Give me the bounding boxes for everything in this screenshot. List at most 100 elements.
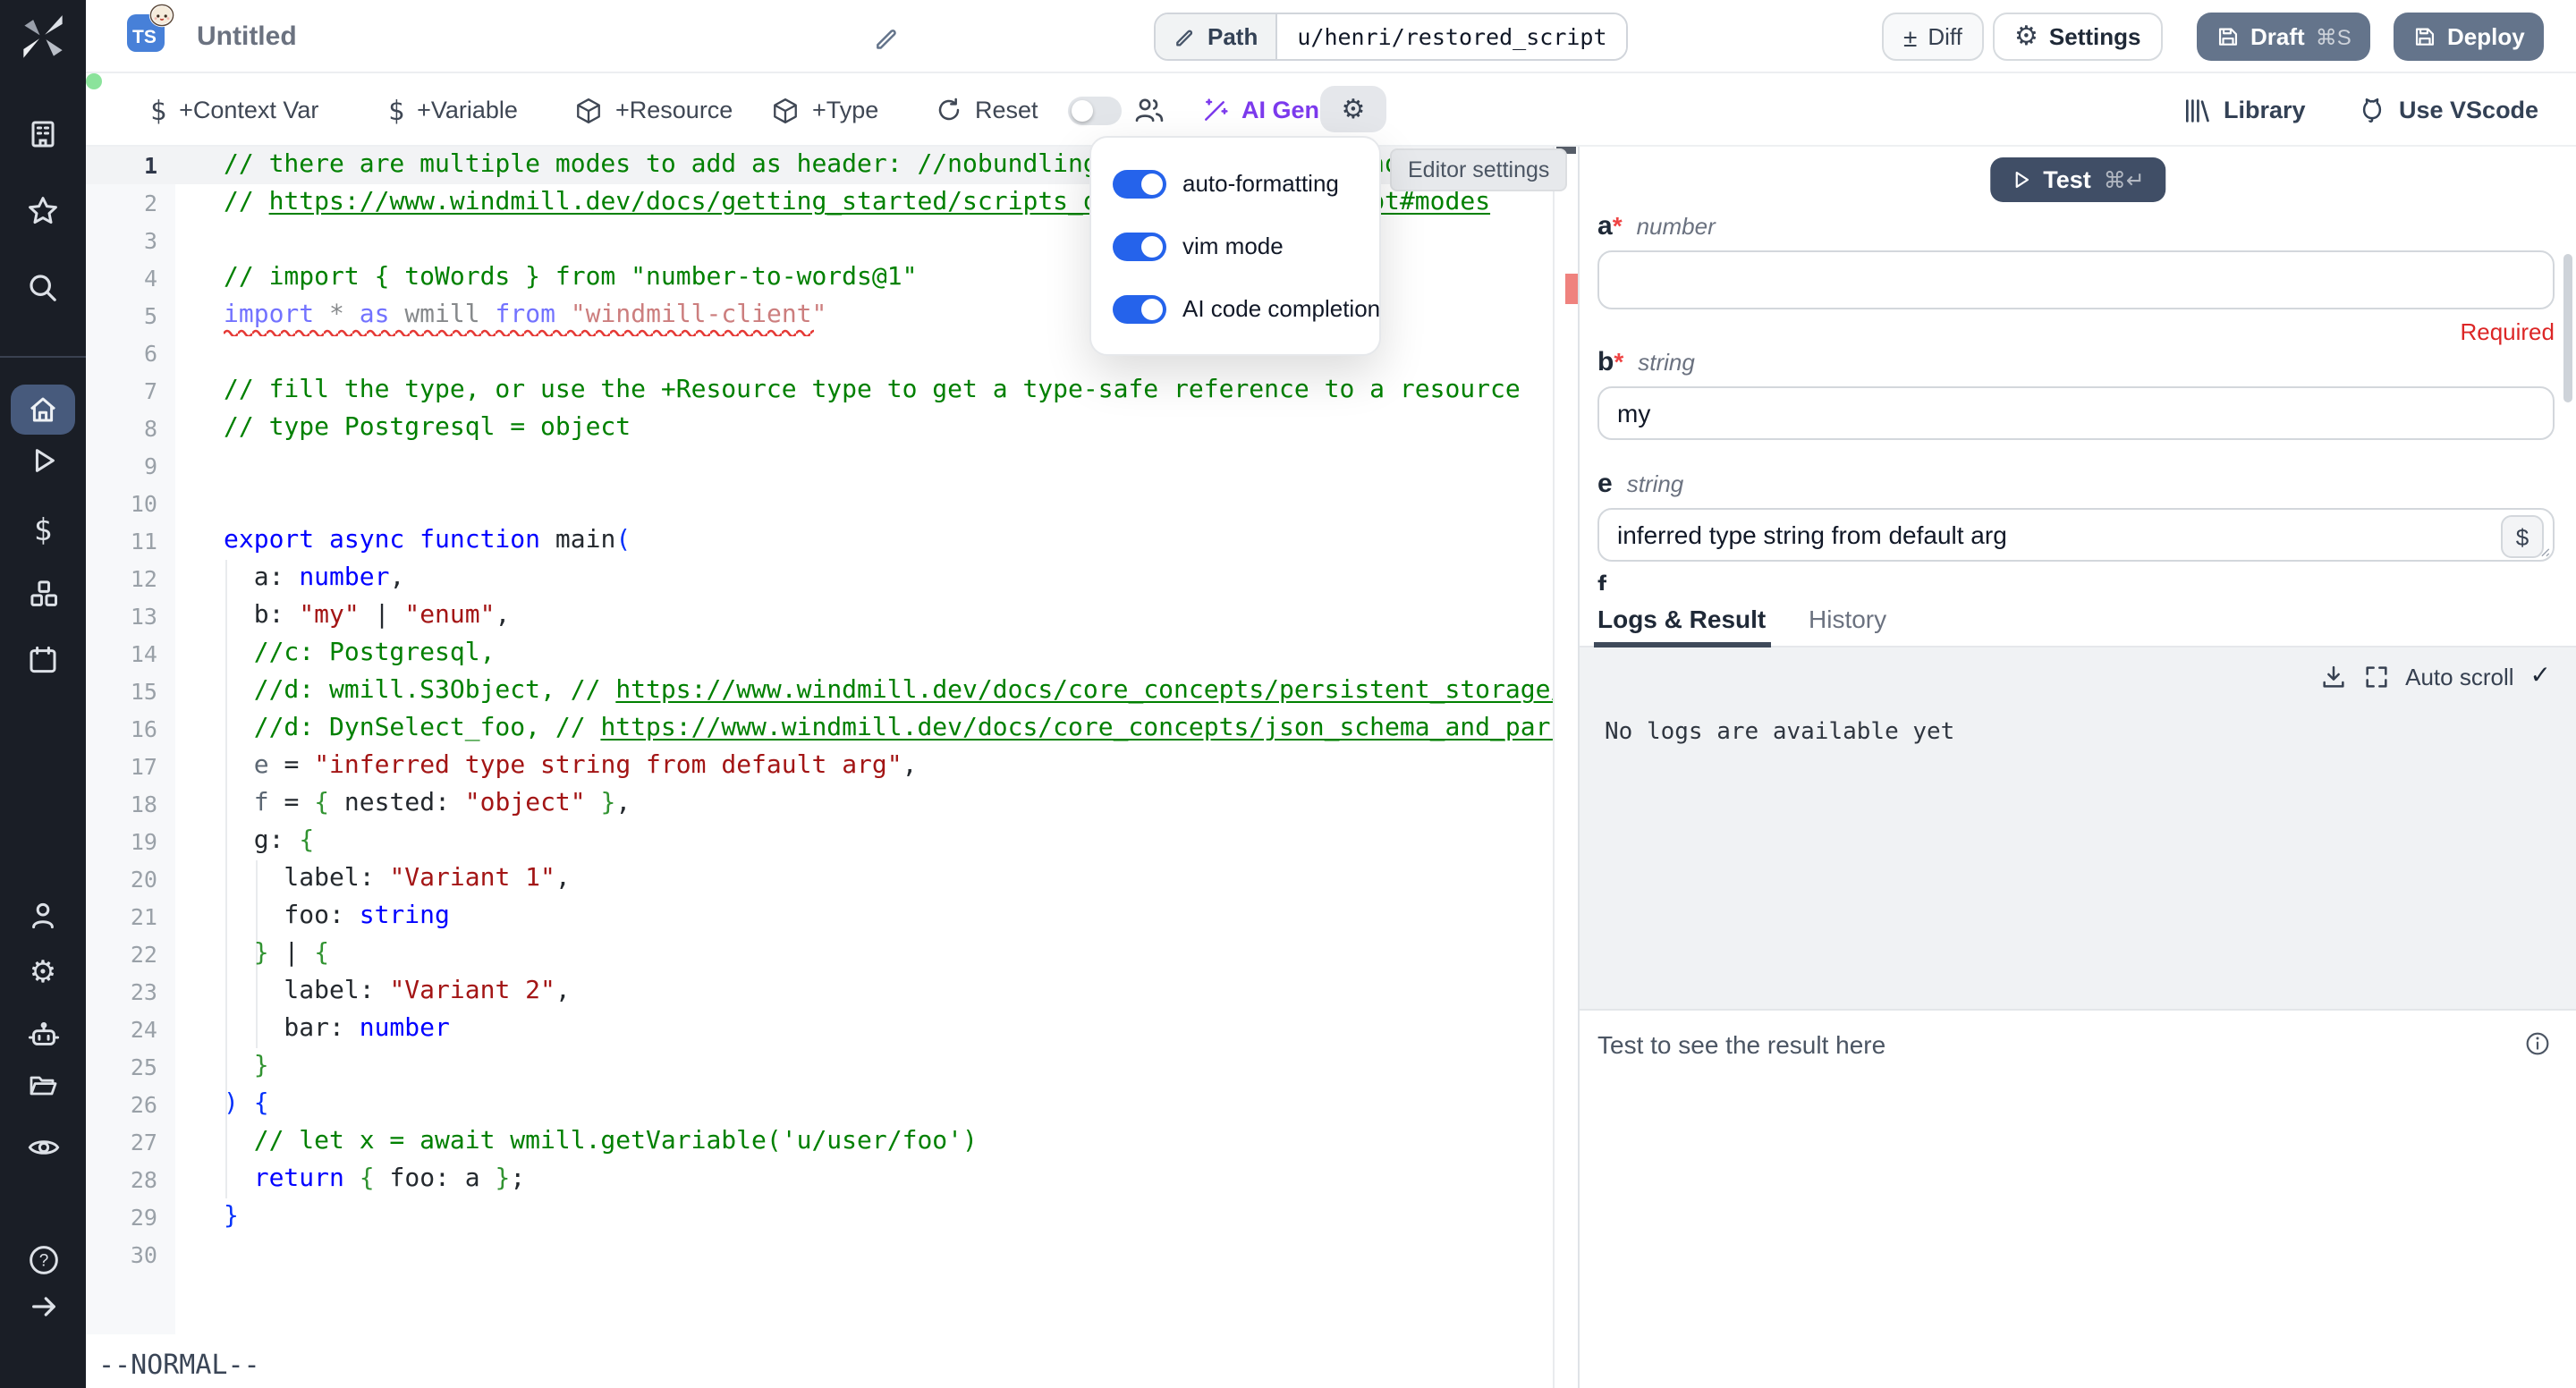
code-line[interactable]: 16 //d: DynSelect_foo, // https://www.wi… [86,710,1553,748]
toggle-on[interactable] [1113,169,1166,198]
vim-status-bar: --NORMAL-- [98,1349,260,1381]
variables-dollar-icon[interactable]: $ [0,513,86,549]
code-line[interactable]: 18 f = { nested: "object" }, [86,785,1553,823]
logs-area: Auto scroll ✓ No logs are available yet [1580,647,2576,1009]
dollar-icon: $ [150,94,166,126]
line-number: 28 [86,1161,175,1198]
windmill-logo-icon[interactable] [0,14,86,61]
field-b-input[interactable]: my [1597,386,2555,440]
package-icon [574,96,603,124]
use-vscode-button[interactable]: Use VScode [2358,73,2538,147]
toggle-off[interactable] [1068,96,1122,124]
settings-button[interactable]: ⚙ Settings [1993,13,2163,61]
field-a-label: a* number [1597,211,1716,243]
tab-logs-result[interactable]: Logs & Result [1597,590,1766,647]
add-variable-button[interactable]: $ +Variable [388,73,518,147]
line-number: 9 [86,447,175,485]
help-icon[interactable]: ? [0,1243,86,1277]
dropdown-option-ai-code-completion[interactable]: AI code completion [1113,277,1358,340]
dropdown-option-vim-mode[interactable]: vim mode [1113,215,1358,277]
sidebar-item-home[interactable] [11,385,75,435]
resources-cubes-icon[interactable] [0,578,86,612]
editor-settings-tooltip: Editor settings [1390,148,1567,191]
code-line[interactable]: 8// type Postgresql = object [86,410,1553,447]
check-icon[interactable]: ✓ [2530,662,2551,690]
workspace-building-icon[interactable] [0,118,86,150]
audit-eye-icon[interactable] [0,1130,86,1164]
editor-settings-button[interactable]: ⚙ [1320,86,1386,132]
add-context-var-button[interactable]: $ +Context Var [150,73,318,147]
line-number: 6 [86,334,175,372]
add-resource-button[interactable]: +Resource [574,73,733,147]
folders-icon[interactable] [0,1070,86,1102]
code-line[interactable]: 21 foo: string [86,898,1553,935]
field-a-required-error: Required [2460,318,2555,345]
download-icon[interactable] [2319,663,2346,690]
code-line[interactable]: 17 e = "inferred type string from defaul… [86,748,1553,785]
runs-play-icon[interactable] [0,445,86,476]
line-number: 24 [86,1011,175,1048]
workers-robot-icon[interactable] [0,1020,86,1054]
code-line[interactable]: 11export async function main( [86,522,1553,560]
expand-icon[interactable] [2362,663,2389,690]
code-line[interactable]: 22 } | { [86,935,1553,973]
settings-gear-icon[interactable]: ⚙ [0,959,86,989]
editor-overview-ruler[interactable] [1553,147,1578,1388]
field-e-input[interactable]: inferred type string from default arg $ [1597,508,2555,562]
panel-scrollbar[interactable] [2563,254,2572,402]
line-number: 25 [86,1048,175,1086]
code-line[interactable]: 25 } [86,1048,1553,1086]
library-button[interactable]: Library [2182,73,2306,147]
line-number: 3 [86,222,175,259]
dropdown-option-auto-formatting[interactable]: auto-formatting [1113,152,1358,215]
add-type-button[interactable]: +Type [771,73,878,147]
tab-history[interactable]: History [1809,590,1886,647]
code-line[interactable]: 14 //c: Postgresql, [86,635,1553,673]
gear-icon: ⚙ [2014,23,2038,50]
line-number: 21 [86,898,175,935]
toggle-on[interactable] [1113,232,1166,260]
code-line[interactable]: 12 a: number, [86,560,1553,597]
path-value[interactable]: u/henri/restored_script [1277,14,1626,59]
code-line[interactable]: 28 return { foo: a }; [86,1161,1553,1198]
search-icon[interactable] [0,272,86,304]
code-line[interactable]: 20 label: "Variant 1", [86,860,1553,898]
auto-scroll-label[interactable]: Auto scroll [2405,663,2513,690]
code-line[interactable]: 30 [86,1236,1553,1274]
field-a-input[interactable] [1597,250,2555,309]
code-line[interactable]: 26) { [86,1086,1553,1123]
path-field[interactable]: Path u/henri/restored_script [1154,13,1629,61]
field-f-partial: f [1597,571,1606,590]
panel-tabs: Logs & Result History [1580,590,2576,647]
edit-title-pencil-icon[interactable] [873,0,902,73]
resize-grip-icon[interactable] [2535,542,2551,558]
code-line[interactable]: 13 b: "my" | "enum", [86,597,1553,635]
test-button[interactable]: Test ⌘↵ [1989,157,2166,202]
code-line[interactable]: 23 label: "Variant 2", [86,973,1553,1011]
user-person-icon[interactable] [0,900,86,932]
code-line[interactable]: 7// fill the type, or use the +Resource … [86,372,1553,410]
cat-icon [2358,96,2386,124]
code-line[interactable]: 15 //d: wmill.S3Object, // https://www.w… [86,673,1553,710]
reset-button[interactable]: Reset [936,73,1038,147]
line-number: 11 [86,522,175,560]
play-icon [2011,170,2030,190]
favorites-star-icon[interactable] [0,195,86,227]
draft-button[interactable]: Draft ⌘S [2197,13,2371,61]
code-line[interactable]: 9 [86,447,1553,485]
deploy-button[interactable]: Deploy [2394,13,2545,61]
code-line[interactable]: 19 g: { [86,823,1553,860]
collapse-arrow-right-icon[interactable] [0,1291,86,1322]
schedules-calendar-icon[interactable] [0,644,86,676]
code-line[interactable]: 29} [86,1198,1553,1236]
line-number: 29 [86,1198,175,1236]
toggle-on[interactable] [1113,294,1166,323]
code-line[interactable]: 27 // let x = await wmill.getVariable('u… [86,1123,1553,1161]
code-line[interactable]: 10 [86,485,1553,522]
code-line[interactable]: 24 bar: number [86,1011,1553,1048]
line-number: 4 [86,259,175,297]
diff-button[interactable]: ± Diff [1882,13,1984,61]
info-icon[interactable] [2524,1030,2551,1057]
save-icon [2216,25,2240,48]
line-number: 1 [86,147,175,184]
